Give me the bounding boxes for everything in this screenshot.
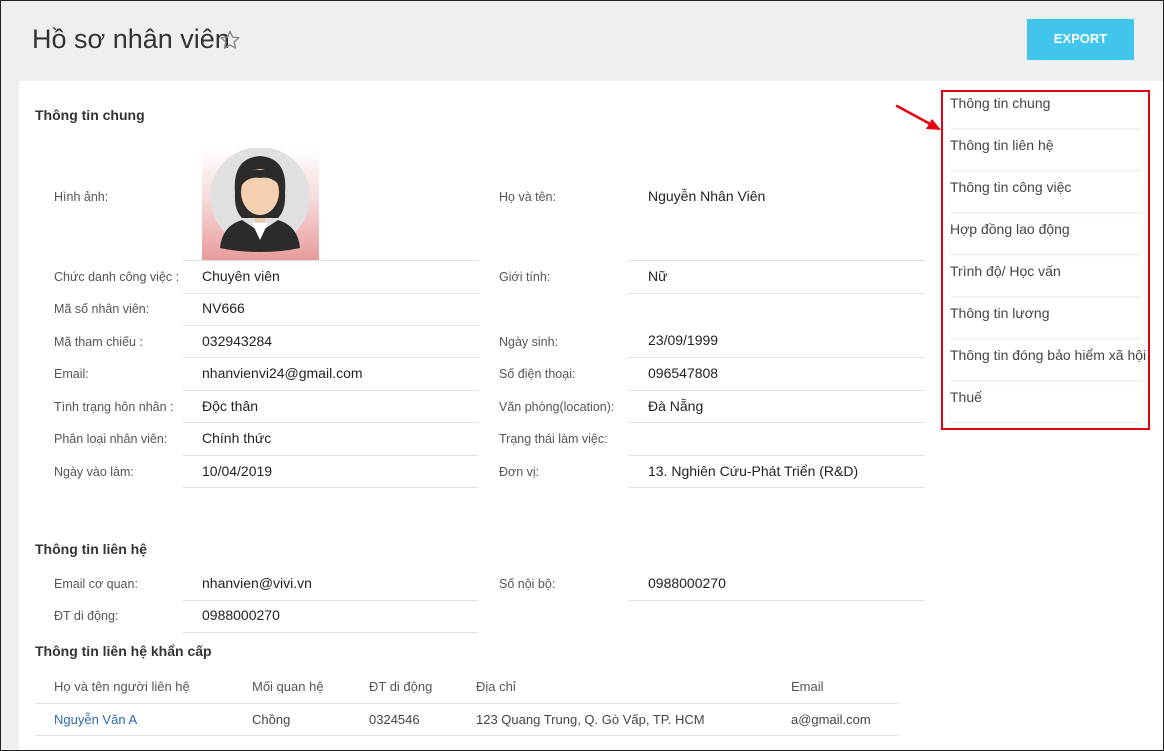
avatar bbox=[202, 148, 319, 261]
unit-value: 13. Nghiên Cứu-Phát Triển (R&D) bbox=[648, 463, 859, 479]
divider bbox=[183, 455, 479, 456]
nav-item-contract[interactable]: Hợp đồng lao động bbox=[950, 218, 1142, 254]
section-nav: Thông tin chung Thông tin liên hệ Thông … bbox=[941, 90, 1150, 430]
gender-label: Giới tính: bbox=[499, 270, 551, 284]
divider bbox=[183, 600, 479, 601]
marital-value: Độc thân bbox=[202, 398, 259, 414]
work-email-label: Email cơ quan: bbox=[54, 577, 138, 591]
reference-code-value: 032943284 bbox=[202, 333, 273, 349]
divider bbox=[183, 487, 479, 488]
nav-item-general[interactable]: Thông tin chung bbox=[950, 92, 1142, 128]
general-section-title: Thông tin chung bbox=[35, 107, 145, 123]
divider bbox=[628, 487, 925, 488]
divider bbox=[628, 455, 925, 456]
mobile-label: ĐT di động: bbox=[54, 609, 119, 623]
birthday-value: 23/09/1999 bbox=[648, 332, 719, 348]
employee-id-label: Mã số nhân viên: bbox=[54, 302, 150, 316]
nav-item-insurance[interactable]: Thông tin đóng bảo hiểm xã hội bbox=[950, 344, 1146, 380]
divider bbox=[183, 357, 479, 358]
divider bbox=[183, 390, 479, 391]
column-header: Email bbox=[791, 679, 824, 694]
page-header: Hồ sơ nhân viên EXPORT bbox=[1, 1, 1163, 81]
office-label: Văn phòng(location): bbox=[499, 400, 615, 414]
contact-name-link[interactable]: Nguyễn Văn A bbox=[54, 712, 137, 727]
table-row-divider bbox=[35, 735, 898, 736]
column-header: ĐT di động bbox=[369, 679, 433, 694]
nav-item-tax[interactable]: Thuế bbox=[950, 386, 1142, 422]
app-window: Hồ sơ nhân viên EXPORT Thông tin chung H… bbox=[0, 0, 1164, 751]
nav-item-education[interactable]: Trình độ/ Học vấn bbox=[950, 260, 1142, 296]
divider bbox=[628, 357, 925, 358]
star-icon[interactable] bbox=[219, 29, 241, 51]
divider bbox=[183, 422, 479, 423]
red-arrow-icon bbox=[895, 104, 941, 130]
nav-item-contact[interactable]: Thông tin liên hệ bbox=[950, 134, 1142, 170]
fullname-value: Nguyễn Nhân Viên bbox=[648, 188, 766, 204]
divider bbox=[183, 325, 479, 326]
column-header: Địa chỉ bbox=[476, 679, 516, 694]
address-cell: 123 Quang Trung, Q. Gò Vấp, TP. HCM bbox=[476, 712, 705, 727]
divider bbox=[628, 260, 925, 261]
left-gutter bbox=[1, 81, 19, 750]
job-title-value: Chuyên viên bbox=[202, 268, 280, 284]
nav-item-job[interactable]: Thông tin công việc bbox=[950, 176, 1142, 212]
birthday-label: Ngày sinh: bbox=[499, 335, 559, 349]
internal-label: Số nội bộ: bbox=[499, 577, 556, 591]
email-value: nhanvienvi24@gmail.com bbox=[202, 365, 363, 381]
divider bbox=[628, 600, 925, 601]
divider bbox=[183, 293, 479, 294]
unit-label: Đơn vị: bbox=[499, 465, 540, 479]
divider bbox=[183, 260, 479, 261]
emergency-section-title: Thông tin liên hệ khẩn cấp bbox=[35, 643, 212, 659]
phone-value: 096547808 bbox=[648, 365, 719, 381]
divider bbox=[628, 422, 925, 423]
start-date-value: 10/04/2019 bbox=[202, 463, 273, 479]
work-email-value: nhanvien@vivi.vn bbox=[202, 575, 312, 591]
employee-type-value: Chính thức bbox=[202, 430, 272, 446]
email-cell: a@gmail.com bbox=[791, 712, 871, 727]
nav-item-salary[interactable]: Thông tin lương bbox=[950, 302, 1142, 338]
relationship-cell: Chồng bbox=[252, 712, 291, 727]
mobile-cell: 0324546 bbox=[369, 712, 420, 727]
divider bbox=[628, 390, 925, 391]
start-date-label: Ngày vào làm: bbox=[54, 465, 134, 479]
gender-value: Nữ bbox=[648, 268, 668, 284]
export-button[interactable]: EXPORT bbox=[1027, 19, 1134, 60]
phone-label: Số điện thoại: bbox=[499, 367, 576, 381]
office-value: Đà Nẵng bbox=[648, 398, 704, 414]
email-label: Email: bbox=[54, 367, 89, 381]
page-title: Hồ sơ nhân viên bbox=[32, 24, 230, 54]
divider bbox=[628, 293, 925, 294]
marital-label: Tình trạng hôn nhân : bbox=[54, 400, 174, 414]
contact-section-title: Thông tin liên hệ bbox=[35, 541, 147, 557]
fullname-label: Họ và tên: bbox=[499, 190, 556, 204]
internal-value: 0988000270 bbox=[648, 575, 726, 591]
mobile-value: 0988000270 bbox=[202, 607, 280, 623]
employee-id-value: NV666 bbox=[202, 300, 245, 316]
employee-type-label: Phân loại nhân viên: bbox=[54, 432, 168, 446]
photo-label: Hình ảnh: bbox=[54, 190, 109, 204]
work-status-label: Trạng thái làm việc: bbox=[499, 432, 608, 446]
column-header: Mối quan hệ bbox=[252, 679, 324, 694]
reference-code-label: Mã tham chiếu : bbox=[54, 335, 143, 349]
divider bbox=[183, 632, 479, 633]
table-header-divider bbox=[35, 703, 898, 704]
job-title-label: Chức danh công việc : bbox=[54, 270, 180, 284]
column-header: Họ và tên người liên hệ bbox=[54, 679, 190, 694]
